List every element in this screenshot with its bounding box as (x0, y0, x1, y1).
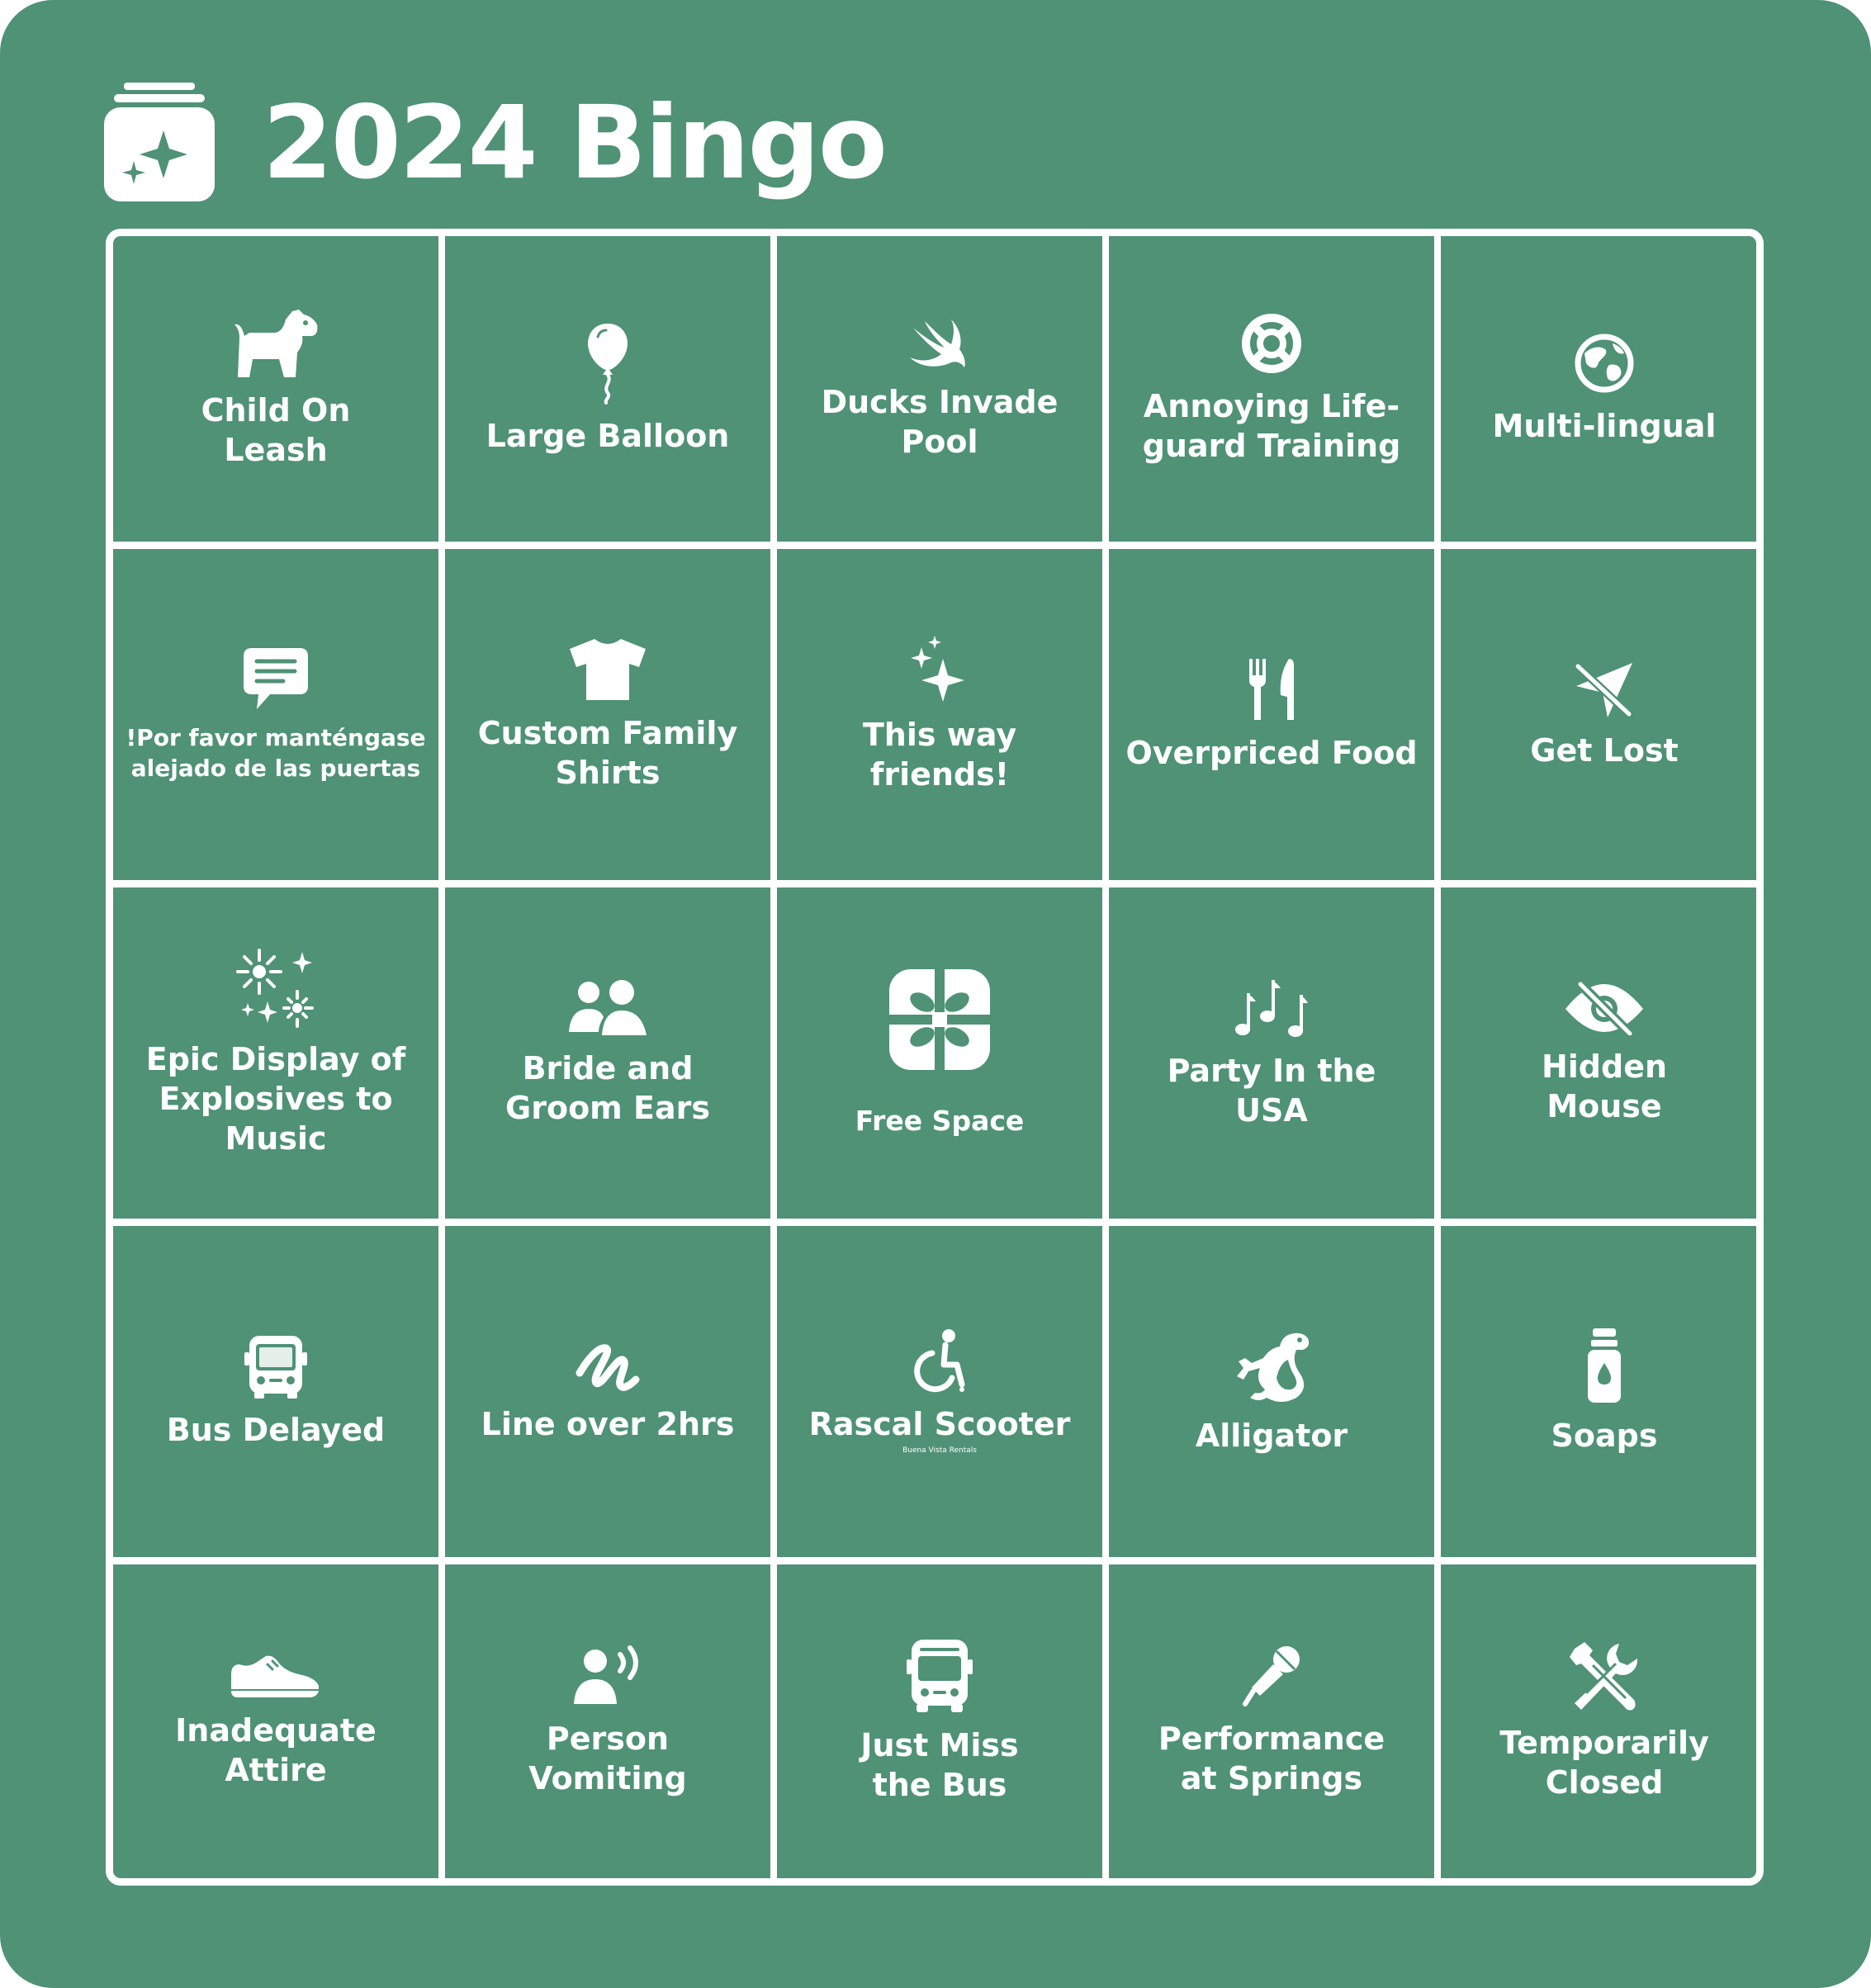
bingo-cell-temporarily-closed[interactable]: Temporarily Closed (1441, 1564, 1756, 1878)
cell-label: Performance at Springs (1158, 1721, 1385, 1796)
cell-label: Get Lost (1530, 731, 1679, 769)
cell-label: Line over 2hrs (481, 1405, 735, 1442)
balloon-icon (588, 324, 628, 405)
bingo-cell-alligator[interactable]: Alligator (1109, 1226, 1434, 1557)
bingo-cell-just-miss-the-bus[interactable]: Just Miss the Bus (777, 1564, 1102, 1878)
wheelchair-icon (914, 1328, 965, 1392)
bingo-cell-get-lost[interactable]: Get Lost (1441, 549, 1756, 880)
cell-label: Large Balloon (486, 418, 730, 454)
bingo-cell-custom-family-shirts[interactable]: Custom Family Shirts (445, 549, 770, 880)
tools-icon (1570, 1642, 1638, 1711)
cell-label: Alligator (1195, 1417, 1348, 1454)
cell-label: Temporarily Closed (1499, 1725, 1709, 1801)
dog-icon (234, 310, 318, 377)
bingo-cell-bride-groom-ears[interactable]: Bride and Groom Ears (445, 888, 770, 1219)
bingo-cell-line-over-2hrs[interactable]: Line over 2hrs (445, 1226, 770, 1557)
cell-label: Soaps (1551, 1417, 1658, 1454)
bus-icon (907, 1640, 973, 1712)
bingo-cell-por-favor[interactable]: !Por favor manténgase alejado de las pue… (113, 549, 438, 880)
bingo-cell-child-on-leash[interactable]: Child On Leash (113, 236, 438, 542)
cell-label: This way friends! (862, 716, 1017, 793)
cell-label: Epic Display of Explosives to Music (145, 1040, 406, 1157)
cell-label: Annoying Life- guard Training (1142, 388, 1401, 464)
eye-slash-icon (1565, 980, 1643, 1035)
cell-label: Ducks Invade Pool (821, 384, 1059, 460)
bingo-cell-person-vomiting[interactable]: Person Vomiting (445, 1564, 770, 1878)
two-people-icon (569, 979, 647, 1035)
gift-icon (889, 968, 990, 1070)
bingo-cell-bus-delayed[interactable]: Bus Delayed (113, 1226, 438, 1557)
cell-label: Child On Leash (201, 392, 351, 468)
sparkles-icon (911, 635, 964, 702)
bingo-cell-hidden-mouse[interactable]: Hidden Mouse (1441, 888, 1756, 1219)
cell-label: Person Vomiting (528, 1721, 687, 1796)
page-title: 2024 Bingo (263, 84, 888, 201)
tshirt-icon (570, 638, 646, 700)
music-notes-icon (1235, 979, 1308, 1037)
bingo-cell-epic-display[interactable]: Epic Display of Explosives to Music (113, 888, 438, 1219)
bingo-cell-performance-at-springs[interactable]: Performance at Springs (1109, 1564, 1434, 1878)
bingo-cell-overpriced-food[interactable]: Overpriced Food (1109, 549, 1434, 880)
bingo-cell-free-space[interactable]: Free Space (777, 888, 1102, 1219)
bingo-cell-party-in-the-usa[interactable]: Party In the USA (1109, 888, 1434, 1219)
microphone-icon (1243, 1646, 1300, 1706)
lizard-icon (1237, 1332, 1310, 1402)
person-speaking-icon (574, 1645, 638, 1704)
bingo-cell-ducks-invade-pool[interactable]: Ducks Invade Pool (777, 236, 1102, 542)
cell-sublabel: Buena Vista Rentals (902, 1446, 977, 1455)
location-slash-icon (1574, 661, 1633, 718)
bingo-cell-large-balloon[interactable]: Large Balloon (445, 236, 770, 542)
bingo-cell-rascal-scooter[interactable]: Rascal Scooter Buena Vista Rentals (777, 1226, 1102, 1557)
bingo-grid: Child On Leash Large Balloon Ducks Invad… (106, 229, 1764, 1886)
cell-label: Overpriced Food (1125, 734, 1418, 771)
cell-label: Bus Delayed (166, 1411, 386, 1448)
soap-bottle-icon (1588, 1328, 1621, 1403)
bingo-card: 2024 Bingo Child On Leash Large Balloon … (0, 0, 1871, 1988)
bus-front-icon (244, 1335, 307, 1399)
sparkle-card-stack-icon (104, 83, 215, 201)
cell-label: Just Miss the Bus (860, 1727, 1019, 1803)
swift-bird-icon (910, 320, 965, 367)
fireworks-icon (236, 948, 314, 1028)
cell-label: !Por favor manténgase alejado de las pue… (126, 723, 426, 782)
fork-knife-icon (1249, 658, 1294, 720)
bingo-cell-inadequate-attire[interactable]: Inadequate Attire (113, 1564, 438, 1878)
bingo-cell-this-way-friends[interactable]: This way friends! (777, 549, 1102, 880)
cell-label: Party In the USA (1167, 1052, 1376, 1129)
cell-label: Inadequate Attire (175, 1712, 377, 1788)
cell-label: Custom Family Shirts (477, 714, 738, 791)
cell-label: Multi-lingual (1492, 408, 1717, 444)
speech-bubble-icon (244, 647, 308, 709)
cell-label: Bride and Groom Ears (505, 1049, 710, 1126)
cell-label: Rascal Scooter (808, 1405, 1071, 1442)
bingo-cell-soaps[interactable]: Soaps (1441, 1226, 1756, 1557)
cell-label: Hidden Mouse (1541, 1048, 1668, 1124)
bingo-cell-multi-lingual[interactable]: Multi-lingual (1441, 236, 1756, 542)
globe-icon (1575, 334, 1634, 393)
cell-label: Free Space (855, 1104, 1025, 1137)
scribble-icon (576, 1343, 640, 1391)
bingo-cell-annoying-lifeguard-training[interactable]: Annoying Life- guard Training (1109, 236, 1434, 542)
lifepreserver-icon (1242, 314, 1301, 373)
shoe-icon (231, 1655, 319, 1697)
